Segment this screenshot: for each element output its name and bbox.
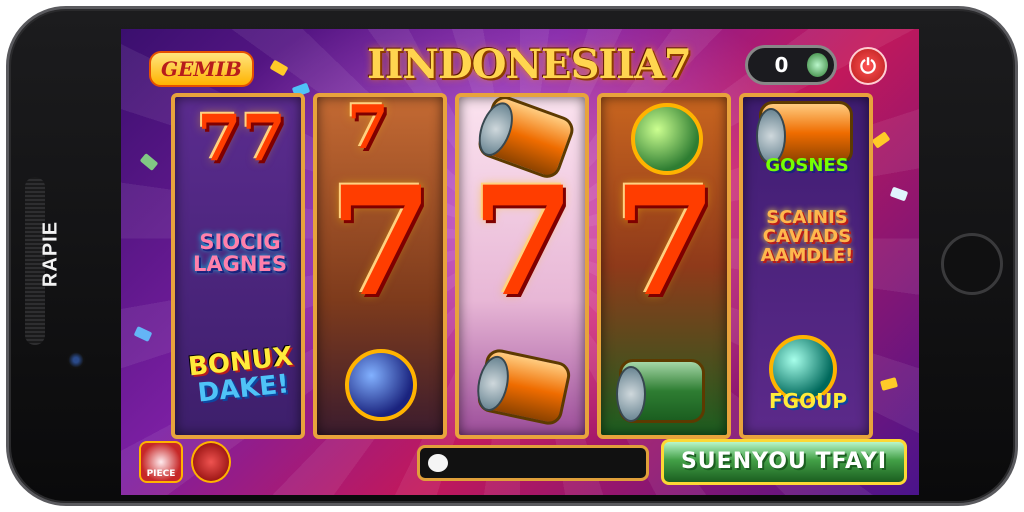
game-logo: GEMIB bbox=[149, 51, 254, 87]
credit-counter: 0 bbox=[745, 45, 837, 85]
mini-round-button[interactable] bbox=[191, 441, 231, 483]
camera-icon bbox=[67, 351, 85, 369]
seven-symbol-big: 7 bbox=[613, 154, 718, 330]
power-icon: ⏻ bbox=[860, 54, 876, 78]
barrel-symbol bbox=[475, 346, 573, 428]
credit-value: 0 bbox=[774, 53, 789, 77]
reel-4: 7 bbox=[597, 93, 731, 439]
credit-status-icon bbox=[806, 53, 828, 77]
blue-orb-symbol bbox=[345, 349, 417, 421]
mini-menu-button[interactable]: PIECE bbox=[139, 441, 183, 483]
reel-2: 7 7 bbox=[313, 93, 447, 439]
reel-1: 77 SIOCIG LAGNES BONUX DAKE! bbox=[171, 93, 305, 439]
siocig-symbol: SIOCIG LAGNES bbox=[193, 230, 287, 277]
message-input[interactable] bbox=[417, 445, 649, 481]
phone-frame: RAPIE GEMIB IINDONESIIA7 0 ⏻ 77 SIOCIG L… bbox=[6, 6, 1018, 506]
seven-symbol-big: 7 bbox=[471, 154, 576, 330]
home-button[interactable] bbox=[941, 233, 1003, 295]
bonus-badge: BONUX DAKE! bbox=[175, 341, 301, 411]
reel-3: 7 bbox=[455, 93, 589, 439]
fgoup-label: FGOUP bbox=[769, 389, 847, 413]
game-title: IINDONESIIA7 bbox=[367, 41, 692, 88]
seven-symbol-big: 7 bbox=[329, 154, 434, 330]
seven-symbol: 7 bbox=[347, 93, 389, 163]
seven-symbol: 77 bbox=[197, 101, 287, 176]
green-barrel-symbol bbox=[616, 359, 705, 423]
device-brand-label: RAPIE bbox=[39, 220, 62, 288]
spin-action-button[interactable]: SUENYOU TFAYI bbox=[661, 439, 907, 485]
gosnes-label: GOSNES bbox=[765, 155, 849, 176]
power-button[interactable]: ⏻ bbox=[849, 47, 887, 85]
chat-icon bbox=[428, 454, 448, 472]
slot-reels: 77 SIOCIG LAGNES BONUX DAKE! 7 7 7 7 GOS… bbox=[171, 93, 873, 439]
scainis-label: SCAINIS CAVIADS AAMDLE! bbox=[760, 207, 854, 266]
reel-5: GOSNES SCAINIS CAVIADS AAMDLE! FGOUP bbox=[739, 93, 873, 439]
game-screen: GEMIB IINDONESIIA7 0 ⏻ 77 SIOCIG LAGNES … bbox=[121, 29, 919, 495]
